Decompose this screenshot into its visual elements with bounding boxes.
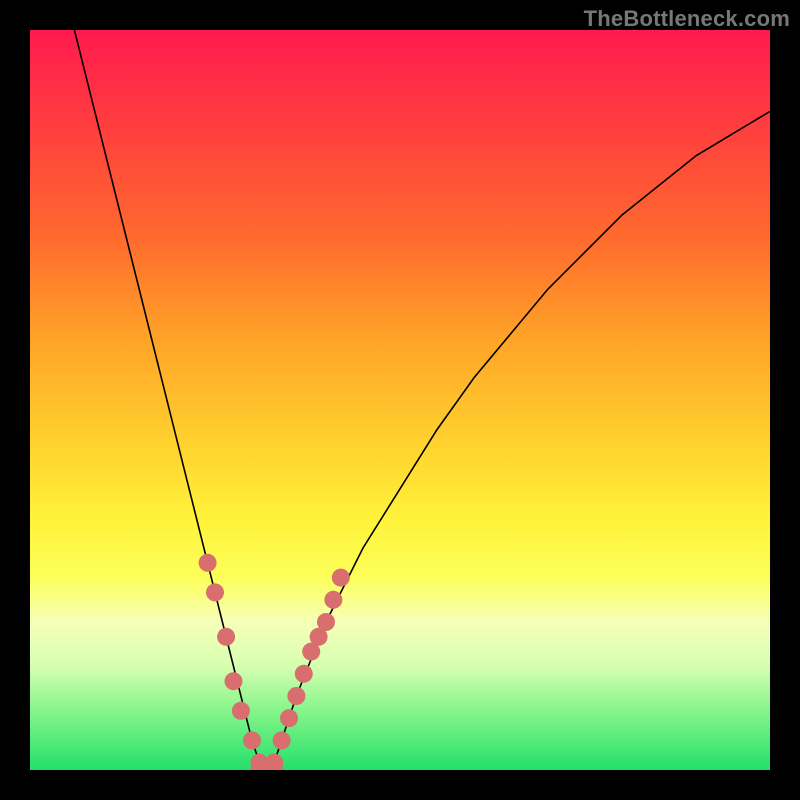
watermark-text: TheBottleneck.com — [584, 6, 790, 32]
dot — [206, 583, 224, 601]
curve-layer — [30, 30, 770, 770]
highlight-dots — [199, 554, 350, 770]
dot — [217, 628, 235, 646]
dot — [199, 554, 217, 572]
dot — [273, 731, 291, 749]
chart-frame: TheBottleneck.com — [0, 0, 800, 800]
dot — [280, 709, 298, 727]
bottleneck-curve — [74, 30, 770, 770]
dot — [243, 731, 261, 749]
dot — [295, 665, 313, 683]
dot — [225, 672, 243, 690]
dot — [287, 687, 305, 705]
dot — [332, 569, 350, 587]
plot-area — [30, 30, 770, 770]
dot — [232, 702, 250, 720]
dot — [317, 613, 335, 631]
dot — [324, 591, 342, 609]
